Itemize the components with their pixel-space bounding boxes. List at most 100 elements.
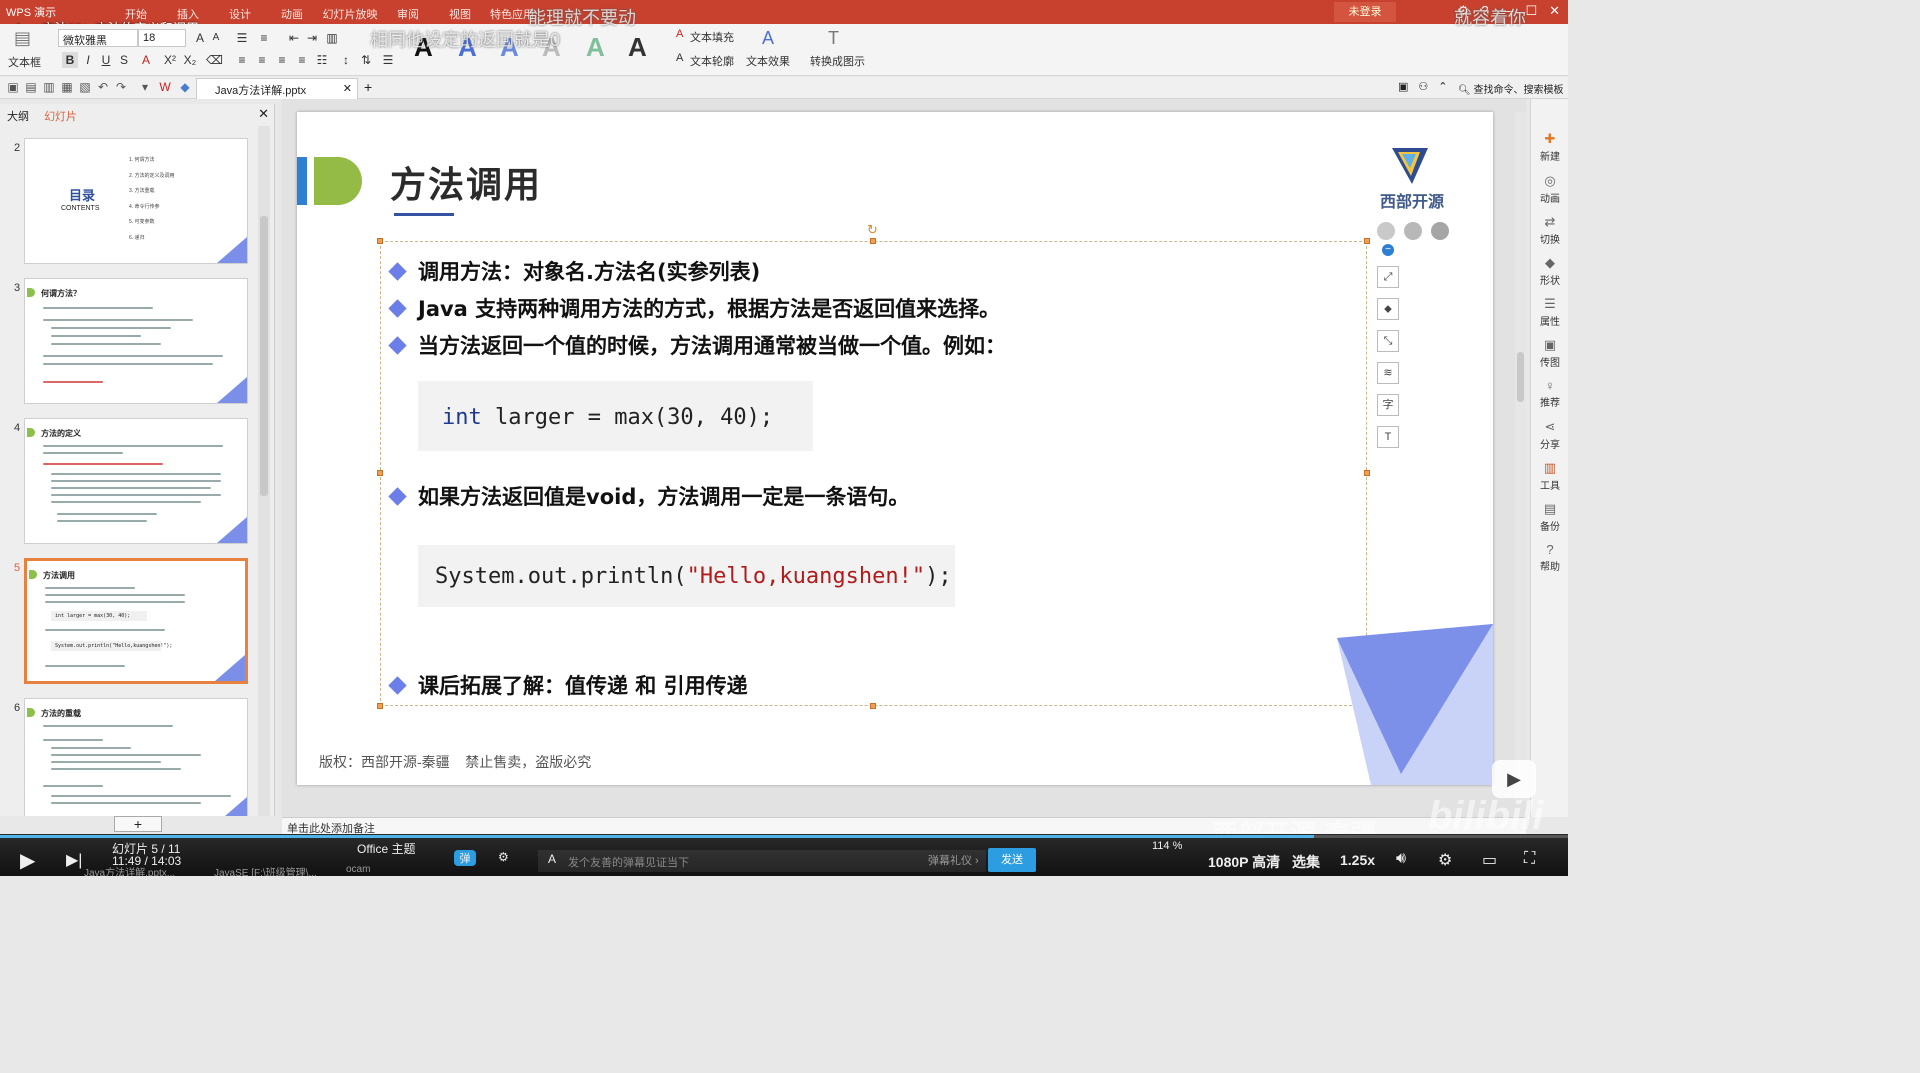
play-overlay-icon[interactable]: ▶ [1492,760,1536,798]
danmaku-etiquette[interactable]: 弹幕礼仪 › [928,852,979,868]
danmaku-settings-icon[interactable]: ⚙ [498,850,509,864]
pane-transition[interactable]: ⇄ 切换 [1531,214,1568,246]
menu-animation[interactable]: 动画 [266,6,318,22]
align-center-icon[interactable]: ≡ [254,52,270,68]
close-tab-icon[interactable]: ✕ [343,82,352,95]
taskbar-item[interactable]: JavaSE [F:\班级管理\... [214,864,317,876]
shrink-font-icon[interactable]: A [208,30,224,46]
text-align-icon[interactable]: ☰ [380,52,396,68]
panel-close-icon[interactable]: ✕ [258,106,269,122]
danmaku-toggle-icon[interactable]: 弹 [454,850,476,866]
textbox-button[interactable]: 文本框 [8,54,41,70]
pane-upload-image[interactable]: ▣ 传图 [1531,337,1568,369]
login-button[interactable]: 未登录 [1334,2,1396,22]
close-button[interactable]: ✕ [1549,3,1560,19]
play-button[interactable]: ▶ [20,848,35,873]
dropdown-icon[interactable]: ▾ [138,80,152,94]
add-tab-icon[interactable]: + [364,79,372,95]
slide-thumbnail-selected[interactable]: 方法调用 int larger = max(30, 40); System.ou… [24,558,248,684]
text-style-green-icon[interactable]: A [586,32,605,63]
font-name-select[interactable]: 微软雅黑 [58,29,138,47]
text-outline-button[interactable]: 文本轮廓 [690,53,734,69]
slide-title[interactable]: 方法调用 [390,156,542,208]
undo-icon[interactable]: ↶ [96,80,110,94]
edit-shape-icon[interactable]: ⤢ [1377,266,1399,288]
text-effect-button[interactable]: 文本效果 [746,53,790,69]
resize-handle[interactable] [1364,238,1370,244]
maximize-button[interactable]: ☐ [1525,3,1537,19]
pane-new[interactable]: ✚ 新建 [1531,131,1568,163]
menu-slideshow[interactable]: 幻灯片放映 [318,6,382,22]
quality-selector[interactable]: 1080P 高清 [1208,852,1280,872]
convert-graphic-button[interactable]: 转换成图示 [810,53,865,69]
subscript-icon[interactable]: X₂ [182,52,198,68]
settings-gear-icon[interactable]: ⚙ [1438,850,1452,870]
skin-icon[interactable]: ▣ [1398,80,1408,93]
thumbnail-scrollbar[interactable] [258,126,270,816]
pane-recommend[interactable]: ♀ 推荐 [1531,378,1568,409]
fullscreen-icon[interactable]: ⛶ [1524,850,1535,868]
next-button[interactable]: ▶| [66,850,82,870]
layers-icon[interactable]: ≋ [1377,362,1399,384]
slide-thumbnail[interactable]: 方法的重载 [24,698,248,816]
resize-handle[interactable] [377,470,383,476]
command-search[interactable]: 🔍︎ 查找命令、搜索模板 [1458,81,1563,96]
resize-handle[interactable] [377,238,383,244]
pip-icon[interactable]: ▭ [1482,850,1497,870]
slide-thumbnail[interactable]: 何谓方法？ [24,278,248,404]
danmaku-input[interactable]: 发个友善的弹幕见证当下 [538,850,986,872]
italic-icon[interactable]: I [80,52,96,68]
pane-animation[interactable]: ◎ 动画 [1531,173,1568,205]
collapse-icon[interactable]: ⌃ [1438,80,1447,93]
wps-icon[interactable]: W [158,80,172,94]
text-fill-button[interactable]: 文本填充 [690,29,734,45]
preview-icon[interactable]: ▧ [78,80,92,94]
pane-share[interactable]: ⋖ 分享 [1531,419,1568,451]
taskbar-item[interactable]: ocam [346,864,370,875]
save-icon[interactable]: ▤ [24,80,38,94]
tab-outline[interactable]: 大纲 [7,111,29,123]
align-right-icon[interactable]: ≡ [274,52,290,68]
distribute-icon[interactable]: ☷ [314,52,330,68]
indent-icon[interactable]: ⇤ [286,30,302,46]
scrollbar-thumb[interactable] [1517,352,1524,402]
shadow-icon[interactable]: S [116,52,132,68]
add-slide-button[interactable]: + [114,816,162,832]
episodes-button[interactable]: 选集 [1292,852,1320,872]
menu-design[interactable]: 设计 [214,6,266,22]
speed-selector[interactable]: 1.25x [1340,852,1375,868]
resize-handle[interactable] [870,703,876,709]
resize-handle[interactable] [1364,470,1370,476]
print-icon[interactable]: ▦ [60,80,74,94]
menu-view[interactable]: 视图 [434,6,486,22]
font-color-icon[interactable]: A [138,52,154,68]
tab-slides[interactable]: 幻灯片 [44,111,77,123]
justify-icon[interactable]: ≡ [294,52,310,68]
send-danmaku-button[interactable]: 发送 [988,848,1036,872]
text-style-dark-icon[interactable]: A [628,32,647,63]
text-tool-icon[interactable]: 字 [1377,394,1399,416]
fill-icon[interactable]: ⬥ [1377,298,1399,320]
volume-icon[interactable]: 🔊︎ [1396,850,1406,868]
line-spacing-icon[interactable]: ↕ [338,52,354,68]
pane-help[interactable]: ? 帮助 [1531,542,1568,573]
collapse-tools-icon[interactable]: − [1382,244,1394,256]
align-left-icon[interactable]: ≡ [234,52,250,68]
rotate-handle-icon[interactable]: ↻ [867,222,878,238]
slide-thumbnail[interactable]: 目录 CONTENTS 1. 何谓方法 2. 方法的定义及调用 3. 方法重载 … [24,138,248,264]
pane-properties[interactable]: ☰ 属性 [1531,296,1568,328]
outdent-icon[interactable]: ⇥ [304,30,320,46]
sync-icon[interactable]: ⚇ [1418,80,1428,93]
cloud-icon[interactable]: ◆ [178,80,192,94]
bold-icon[interactable]: B [62,52,78,68]
underline-icon[interactable]: U [98,52,114,68]
menu-review[interactable]: 审阅 [382,6,434,22]
resize-handle[interactable] [870,238,876,244]
bullet-list-icon[interactable]: ☰ [234,30,250,46]
pane-backup[interactable]: ▤ 备份 [1531,501,1568,533]
font-size-select[interactable]: 18 [138,29,186,47]
redo-icon[interactable]: ↷ [114,80,128,94]
danmaku-style-icon[interactable]: A [548,852,556,866]
scrollbar-thumb[interactable] [260,216,268,496]
export-icon[interactable]: ▥ [42,80,56,94]
